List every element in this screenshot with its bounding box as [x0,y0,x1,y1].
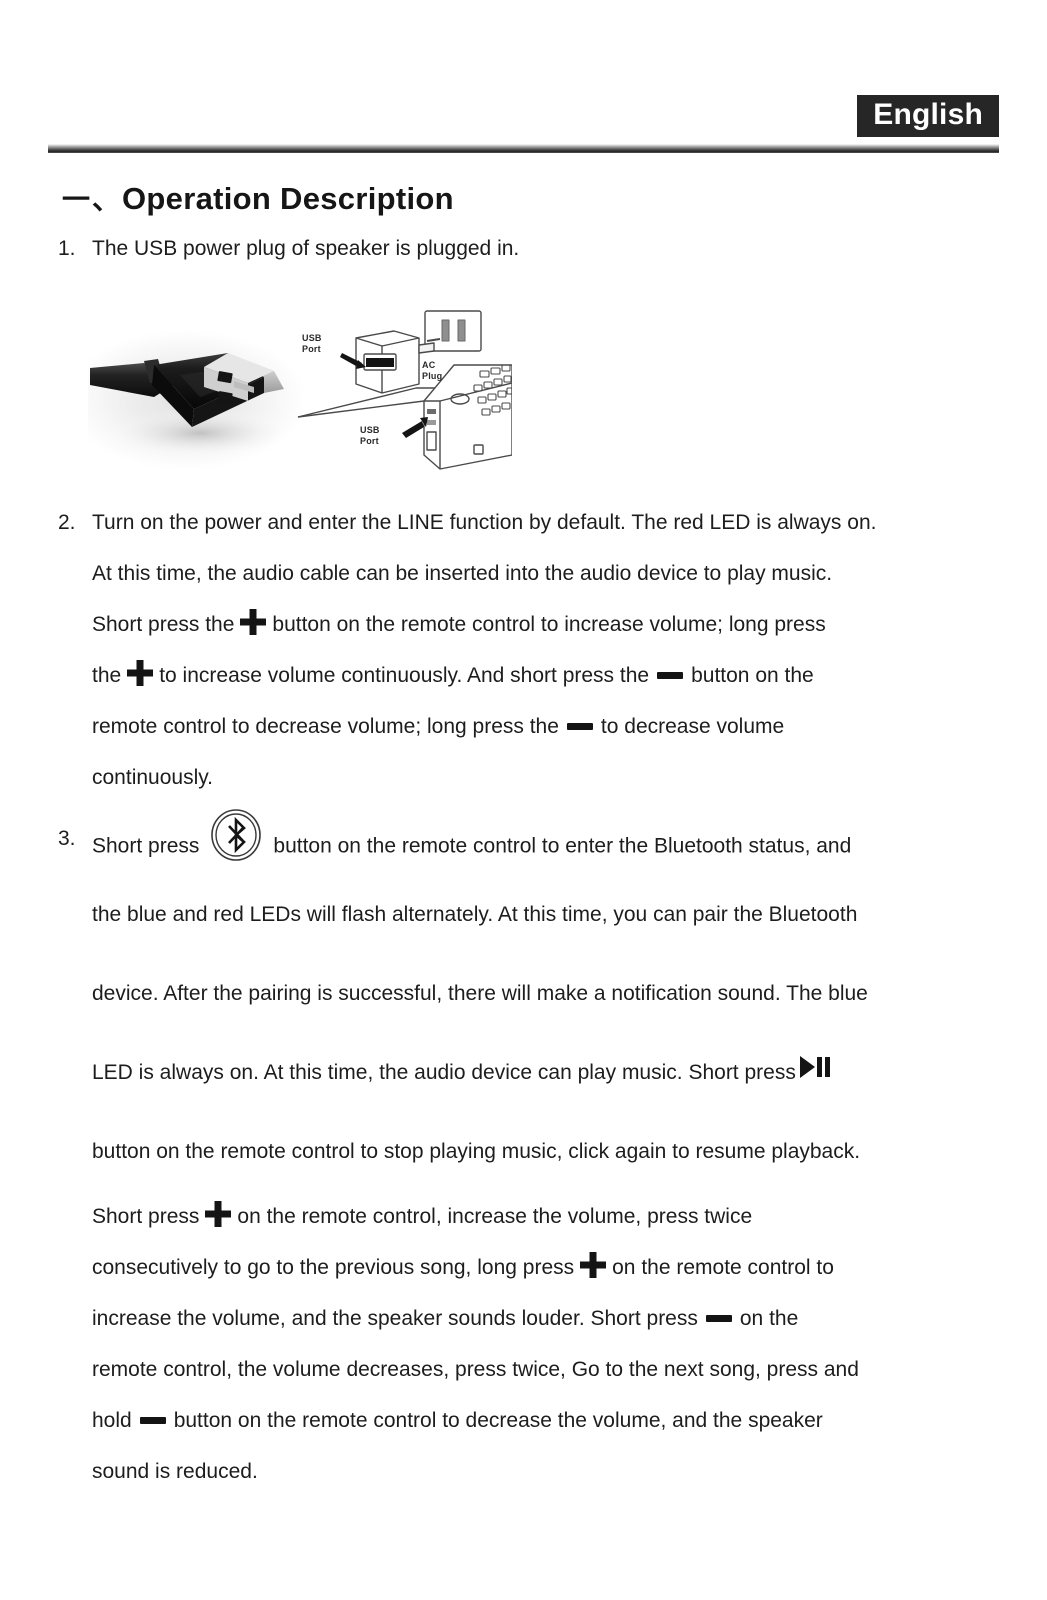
item2-line6: continuously. [92,766,214,789]
heading-text: Operation Description [122,181,454,216]
usb-connector-photo [88,305,302,475]
item3-line10: hold button on the remote control to decr… [92,1395,998,1446]
item3-line11: sound is reduced. [92,1460,258,1483]
item3-line7: consecutively to go to the previous song… [92,1242,998,1293]
header-divider [48,144,999,153]
minus-button-icon [566,722,593,730]
item3-line3: device. After the pairing is successful,… [92,982,868,1005]
bluetooth-button-icon [209,807,263,863]
item2-line3b: button on the remote control to increase… [272,613,826,636]
item3-line6: Short press on the remote control, increa… [92,1191,998,1242]
item3-line8a: increase the volume, and the speaker sou… [92,1307,698,1330]
item3-line1a: Short press [92,834,200,858]
item3-line10a: hold [92,1409,132,1432]
item2-line1: Turn on the power and enter the LINE fun… [92,511,877,534]
item3-line6a: Short press [92,1205,200,1228]
page-header: English [48,94,999,138]
diagram-label-usb-port-top-line1: USB [302,333,322,343]
list-item-3-number: 3. [58,827,76,850]
list-item-1-text: The USB power plug of speaker is plugged… [92,237,520,260]
diagram-label-ac-plug-line2: Plug [422,371,442,381]
item3-line4a: LED is always on. At this time, the audi… [92,1061,796,1084]
usb-connection-figure: USB Port AC Plug USB Port [88,305,513,475]
diagram-label-usb-port-bottom-line1: USB [360,425,380,435]
item3-line7a: consecutively to go to the previous song… [92,1256,575,1279]
item2-line2: At this time, the audio cable can be ins… [92,562,833,585]
minus-button-icon [657,671,684,679]
item2-line4a: the [92,664,122,687]
usb-ac-connection-diagram: USB Port AC Plug USB Port [294,305,513,475]
list-item-2-number: 2. [58,511,76,534]
plus-button-icon [205,1201,231,1227]
item3-line5: button on the remote control to stop pla… [92,1140,861,1163]
manual-page: English 一、Operation Description 1. The U… [0,0,1047,1600]
item3-line1b: button on the remote control to enter th… [273,834,852,858]
item3-line8: increase the volume, and the speaker sou… [92,1293,998,1344]
list-item-1: 1. The USB power plug of speaker is plug… [58,234,998,263]
diagram-label-usb-port-top-line2: Port [302,344,321,354]
minus-button-icon [139,1416,166,1424]
list-item-2-text: Turn on the power and enter the LINE fun… [92,497,998,803]
page-title: 一、Operation Description [62,178,454,218]
item3-line6b: on the remote control, increase the volu… [237,1205,753,1228]
plus-button-icon [240,609,266,635]
list-item-3-text: Short press button on the remote control … [92,809,998,1497]
item2-line5b: to decrease volume [600,715,785,738]
item2-line5a: remote control to decrease volume; long … [92,715,559,738]
plus-button-icon [580,1252,606,1278]
item3-line4: LED is always on. At this time, the audi… [92,1033,998,1112]
minus-button-icon [705,1314,732,1322]
item3-line8b: on the [739,1307,799,1330]
plus-button-icon [127,660,153,686]
list-item-2: 2. Turn on the power and enter the LINE … [58,497,998,803]
language-badge: English [857,94,999,138]
item2-line4c: button on the [691,664,814,687]
item3-line1: Short press button on the remote control … [92,809,998,875]
item3-line9: remote control, the volume decreases, pr… [92,1358,859,1381]
diagram-label-usb-port-bottom-line2: Port [360,436,379,446]
heading-marker: 一、 [62,183,123,216]
item3-line7b: on the remote control to [612,1256,834,1279]
list-item-1-number: 1. [58,237,76,260]
diagram-label-ac-plug-line1: AC [422,360,436,370]
play-pause-button-icon [799,1056,830,1079]
item2-line4b: to increase volume continuously. And sho… [159,664,650,687]
item3-line10b: button on the remote control to decrease… [173,1409,823,1432]
item2-line3a: Short press the [92,613,235,636]
list-item-3: 3. Short press button on the remote contr… [58,809,998,1497]
item3-line2: the blue and red LEDs will flash alterna… [92,903,858,926]
